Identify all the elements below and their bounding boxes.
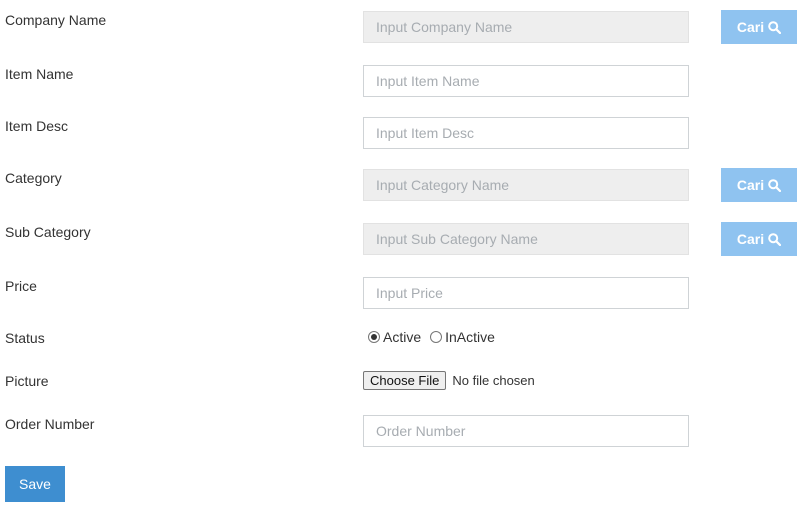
status-active-radio[interactable] (368, 331, 380, 343)
status-inactive-option[interactable]: InActive (430, 329, 495, 345)
category-input[interactable] (363, 169, 689, 201)
status-label: Status (5, 330, 45, 346)
company-search-button[interactable]: Cari (721, 10, 797, 44)
category-search-button-label: Cari (736, 177, 765, 193)
sub-category-search-button[interactable]: Cari (721, 222, 797, 256)
choose-file-button[interactable]: Choose File (363, 371, 447, 390)
search-icon (768, 232, 782, 246)
item-name-label: Item Name (5, 66, 74, 82)
item-desc-input[interactable] (363, 117, 689, 149)
order-number-input[interactable] (363, 415, 689, 447)
save-button[interactable]: Save (5, 466, 65, 502)
company-name-label: Company Name (5, 12, 107, 28)
sub-category-search-button-label: Cari (736, 231, 765, 247)
item-name-input[interactable] (363, 65, 689, 97)
picture-file-input: Choose File No file chosen (363, 371, 535, 390)
status-active-option[interactable]: Active (368, 329, 421, 345)
file-status-text: No file chosen (452, 373, 535, 388)
status-radio-group: Active InActive (368, 329, 495, 345)
status-active-label: Active (383, 329, 422, 345)
search-icon (768, 20, 782, 34)
item-desc-label: Item Desc (5, 118, 69, 134)
sub-category-input[interactable] (363, 223, 689, 255)
company-name-input[interactable] (363, 11, 689, 43)
search-icon (768, 178, 782, 192)
order-number-label: Order Number (5, 416, 95, 432)
status-inactive-radio[interactable] (430, 331, 443, 343)
category-label: Category (5, 170, 62, 186)
company-search-button-label: Cari (736, 19, 765, 35)
status-inactive-label: InActive (445, 329, 495, 345)
picture-label: Picture (5, 373, 49, 389)
price-input[interactable] (363, 277, 689, 309)
category-search-button[interactable]: Cari (721, 168, 797, 202)
sub-category-label: Sub Category (5, 224, 91, 240)
price-label: Price (5, 278, 37, 294)
